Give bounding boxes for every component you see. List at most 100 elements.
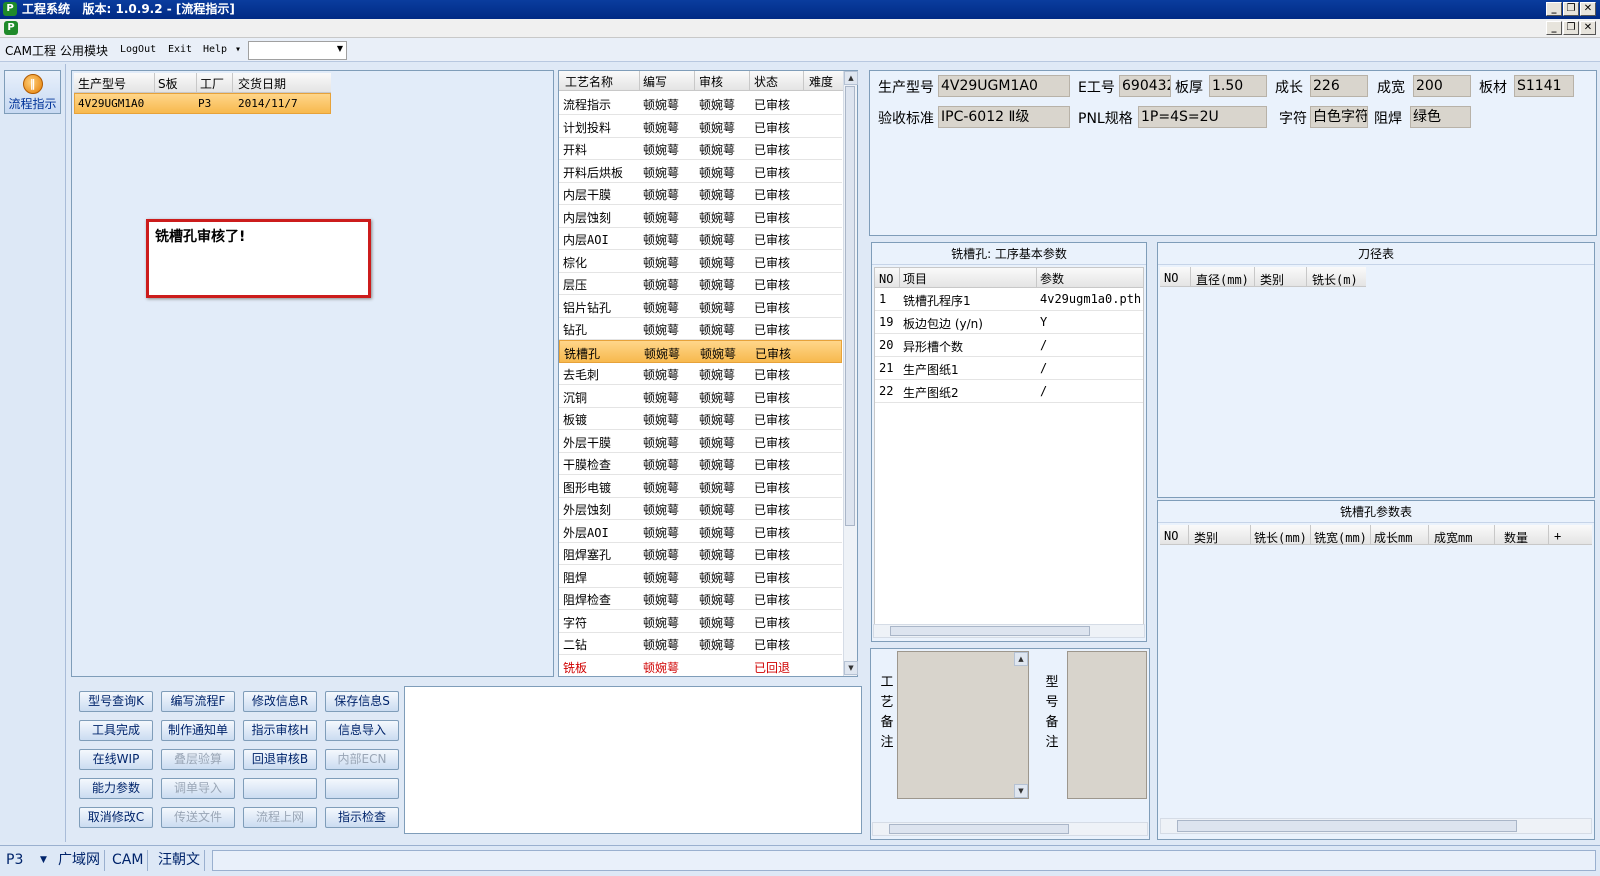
action-button[interactable]: 传送文件 xyxy=(161,807,235,828)
mill-col-length[interactable]: 铣长(mm) xyxy=(1254,529,1307,546)
process-row[interactable]: 图形电镀 顿婉萼 顿婉萼 已审核 xyxy=(559,475,842,498)
notes-box[interactable] xyxy=(404,686,862,834)
action-button[interactable]: 取消修改C xyxy=(79,807,153,828)
process-row[interactable]: 字符 顿婉萼 顿婉萼 已审核 xyxy=(559,610,842,633)
mill-hscroll-thumb[interactable] xyxy=(1177,820,1517,832)
remarks-hscroll-thumb[interactable] xyxy=(889,824,1069,834)
process-row[interactable]: 内层蚀刻 顿婉萼 顿婉萼 已审核 xyxy=(559,205,842,228)
process-row[interactable]: 外层蚀刻 顿婉萼 顿婉萼 已审核 xyxy=(559,497,842,520)
process-row[interactable]: 流程指示 顿婉萼 顿婉萼 已审核 xyxy=(559,92,842,115)
col-item[interactable]: 项目 xyxy=(903,270,927,287)
menu-combo[interactable]: ▼ xyxy=(248,41,347,60)
process-scroll-thumb[interactable] xyxy=(845,86,855,526)
param-row[interactable]: 22 生产图纸2 / xyxy=(875,380,1143,403)
action-button[interactable]: 修改信息R xyxy=(243,691,317,712)
process-row[interactable]: 阻焊塞孔 顿婉萼 顿婉萼 已审核 xyxy=(559,542,842,565)
wid-field[interactable]: 200 xyxy=(1413,75,1471,97)
mill-hscrollbar[interactable] xyxy=(1160,818,1592,834)
process-row[interactable]: 去毛刺 顿婉萼 顿婉萼 已审核 xyxy=(559,362,842,385)
col-delivery[interactable]: 交货日期 xyxy=(238,75,286,92)
scroll-down-icon[interactable]: ▼ xyxy=(844,661,858,675)
col-difficulty[interactable]: 难度 xyxy=(809,73,833,90)
mat-field[interactable]: S1141 xyxy=(1514,75,1574,97)
action-button[interactable]: 信息导入 xyxy=(325,720,399,741)
process-remark-field[interactable]: ▲ ▼ xyxy=(897,651,1029,799)
empty-button[interactable] xyxy=(243,778,317,799)
action-button[interactable]: 指示审核H xyxy=(243,720,317,741)
params-hscroll-thumb[interactable] xyxy=(890,626,1090,636)
empty-button[interactable] xyxy=(325,778,399,799)
mask-field[interactable]: 绿色 xyxy=(1410,106,1471,128)
mill-col-grow-len[interactable]: 成长mm xyxy=(1374,529,1412,546)
len-field[interactable]: 226 xyxy=(1310,75,1368,97)
col-no[interactable]: NO xyxy=(879,272,893,286)
action-button[interactable]: 内部ECN xyxy=(325,749,399,770)
close-icon[interactable]: ✕ xyxy=(1580,2,1596,16)
action-button[interactable]: 能力参数 xyxy=(79,778,153,799)
process-row[interactable]: 内层干膜 顿婉萼 顿婉萼 已审核 xyxy=(559,182,842,205)
mdi-restore-icon[interactable]: ❐ xyxy=(1563,21,1579,35)
knife-col-diameter[interactable]: 直径(mm) xyxy=(1196,271,1249,288)
mdi-minimize-icon[interactable]: _ xyxy=(1546,21,1562,35)
col-reviewer[interactable]: 审核 xyxy=(699,73,723,90)
col-factory[interactable]: 工厂 xyxy=(200,75,224,92)
param-row[interactable]: 19 板边包边 (y/n) Y xyxy=(875,311,1143,334)
scroll-up-icon[interactable]: ▲ xyxy=(844,71,858,85)
col-process-name[interactable]: 工艺名称 xyxy=(565,73,613,90)
col-status[interactable]: 状态 xyxy=(754,73,778,90)
remark-scroll-down-icon[interactable]: ▼ xyxy=(1014,784,1028,798)
action-button[interactable]: 工具完成 xyxy=(79,720,153,741)
process-row[interactable]: 棕化 顿婉萼 顿婉萼 已审核 xyxy=(559,250,842,273)
remarks-hscrollbar[interactable] xyxy=(872,822,1148,836)
mdi-close-icon[interactable]: ✕ xyxy=(1580,21,1596,35)
menu-exit[interactable]: Exit xyxy=(168,44,192,55)
help-dropdown-icon[interactable]: ▾ xyxy=(235,44,241,55)
action-button[interactable]: 制作通知单 xyxy=(161,720,235,741)
remark-scroll-up-icon[interactable]: ▲ xyxy=(1014,652,1028,666)
param-row[interactable]: 21 生产图纸1 / xyxy=(875,357,1143,380)
col-sboard[interactable]: S板 xyxy=(158,75,178,92)
pnl-field[interactable]: 1P=4S=2U xyxy=(1138,106,1267,128)
action-button[interactable]: 保存信息S xyxy=(325,691,399,712)
knife-col-type[interactable]: 类别 xyxy=(1260,271,1284,288)
param-row[interactable]: 1 铣槽孔程序1 4v29ugm1a0.pthr xyxy=(875,288,1143,311)
flow-nav-button[interactable]: ‖ 流程指示 xyxy=(4,70,61,114)
process-row[interactable]: 沉铜 顿婉萼 顿婉萼 已审核 xyxy=(559,385,842,408)
action-button[interactable]: 流程上网 xyxy=(243,807,317,828)
col-param[interactable]: 参数 xyxy=(1040,270,1064,287)
knife-col-length[interactable]: 铣长(m) xyxy=(1312,271,1358,288)
process-row[interactable]: 铝片钻孔 顿婉萼 顿婉萼 已审核 xyxy=(559,295,842,318)
menu-logout[interactable]: LogOut xyxy=(120,44,156,55)
restore-icon[interactable]: ❐ xyxy=(1563,2,1579,16)
process-row[interactable]: 开料后烘板 顿婉萼 顿婉萼 已审核 xyxy=(559,160,842,183)
mill-col-grow-wid[interactable]: 成宽mm xyxy=(1434,529,1472,546)
menu-common[interactable]: 公用模块 xyxy=(60,42,108,59)
char-field[interactable]: 白色字符 xyxy=(1310,106,1368,128)
process-row[interactable]: 板镀 顿婉萼 顿婉萼 已审核 xyxy=(559,407,842,430)
mill-col-no[interactable]: NO xyxy=(1164,529,1178,543)
param-row[interactable]: 20 异形槽个数 / xyxy=(875,334,1143,357)
mill-add-icon[interactable]: + xyxy=(1554,529,1561,543)
eno-field[interactable]: 690432 xyxy=(1119,75,1171,97)
status-tab-cam[interactable]: CAM xyxy=(108,850,149,871)
col-model[interactable]: 生产型号 xyxy=(78,75,126,92)
knife-col-no[interactable]: NO xyxy=(1164,271,1178,285)
status-tab-wan[interactable]: 广域网 xyxy=(54,850,105,871)
thick-field[interactable]: 1.50 xyxy=(1209,75,1267,97)
process-row[interactable]: 阻焊 顿婉萼 顿婉萼 已审核 xyxy=(559,565,842,588)
process-row[interactable]: 开料 顿婉萼 顿婉萼 已审核 xyxy=(559,137,842,160)
factory-dropdown-icon[interactable]: ▼ xyxy=(36,850,51,871)
action-button[interactable]: 指示检查 xyxy=(325,807,399,828)
std-field[interactable]: IPC-6012 Ⅱ级 xyxy=(938,106,1070,128)
process-row[interactable]: 干膜检查 顿婉萼 顿婉萼 已审核 xyxy=(559,452,842,475)
process-row[interactable]: 阻焊检查 顿婉萼 顿婉萼 已审核 xyxy=(559,587,842,610)
params-hscrollbar[interactable] xyxy=(873,624,1145,638)
process-row[interactable]: 钻孔 顿婉萼 顿婉萼 已审核 xyxy=(559,317,842,340)
action-button[interactable]: 调单导入 xyxy=(161,778,235,799)
action-button[interactable]: 叠层验算 xyxy=(161,749,235,770)
product-row[interactable]: 4V29UGM1A0 P3 2014/11/7 xyxy=(74,93,331,114)
action-button[interactable]: 型号查询K xyxy=(79,691,153,712)
status-tab-user[interactable]: 汪朝文 xyxy=(154,850,205,871)
process-row[interactable]: 外层AOI 顿婉萼 顿婉萼 已审核 xyxy=(559,520,842,543)
model-field[interactable]: 4V29UGM1A0 xyxy=(938,75,1070,97)
